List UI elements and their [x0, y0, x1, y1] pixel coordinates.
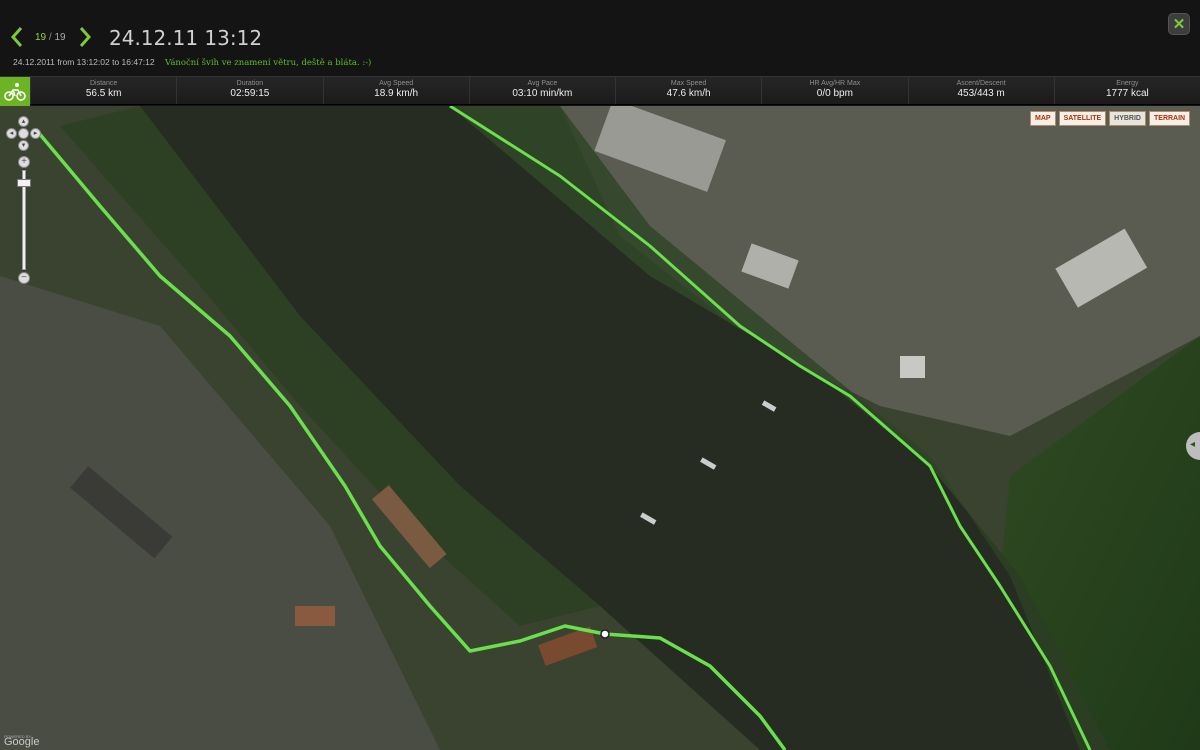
stat-label: Distance [90, 80, 118, 87]
stats-bar: Distance 56.5 km Duration 02:59:15 Avg Spe… [0, 76, 1200, 106]
cycling-icon [0, 77, 30, 106]
zoom-control[interactable]: + − [17, 156, 31, 284]
stat-max-speed: Max Speed 47.6 km/h [615, 77, 761, 104]
zoom-out-button[interactable]: − [18, 272, 30, 284]
pan-down-button[interactable]: ▾ [18, 140, 29, 151]
pan-up-button[interactable]: ▴ [18, 116, 29, 127]
stat-value: 18.9 km/h [374, 88, 419, 99]
close-icon: ✕ [1172, 15, 1186, 33]
stat-label: Avg Pace [527, 80, 558, 87]
header: 19 / 19 24.12.11 13:12 24.12.2011 from 1… [0, 0, 1200, 76]
activity-counter: 19 / 19 [35, 32, 66, 43]
stat-label: Avg Speed [379, 80, 414, 87]
stat-label: Duration [236, 80, 264, 87]
date-range: 24.12.2011 from 13:12:02 to 16:47:12 [13, 57, 155, 67]
stat-value: 0/0 bpm [816, 88, 853, 99]
zoom-in-button[interactable]: + [18, 156, 30, 168]
pan-left-button[interactable]: ◂ [6, 128, 17, 139]
map-imagery [0, 106, 1200, 750]
activity-title: 24.12.11 13:12 [109, 26, 263, 50]
satellite-map[interactable]: ▴ ◂ ▸ ▾ + − MAP SATELLITE HYBRID TERRAIN… [0, 106, 1200, 750]
map-type-map-button[interactable]: MAP [1030, 111, 1056, 126]
counter-total: 19 [54, 32, 66, 43]
route-marker[interactable] [600, 629, 610, 639]
zoom-slider-handle[interactable] [17, 179, 31, 188]
stat-value: 453/443 m [957, 88, 1005, 99]
map-type-hybrid-button[interactable]: HYBRID [1109, 111, 1146, 126]
pan-control[interactable]: ▴ ◂ ▸ ▾ [6, 116, 42, 152]
activity-subline: 24.12.2011 from 13:12:02 to 16:47:12 Ván… [13, 57, 371, 68]
previous-activity-button[interactable] [9, 26, 25, 48]
stat-value: 47.6 km/h [666, 88, 711, 99]
stat-value: 03:10 min/km [512, 88, 573, 99]
stat-energy: Energy 1777 kcal [1053, 77, 1200, 104]
stat-avg-speed: Avg Speed 18.9 km/h [322, 77, 469, 104]
stat-value: 1777 kcal [1105, 88, 1149, 99]
counter-current: 19 [35, 32, 47, 43]
stat-avg-pace: Avg Pace 03:10 min/km [468, 77, 615, 104]
map-type-selector: MAP SATELLITE HYBRID TERRAIN [1030, 111, 1191, 126]
next-activity-button[interactable] [77, 26, 93, 48]
close-button[interactable]: ✕ [1168, 13, 1190, 35]
stat-ascent-descent: Ascent/Descent 453/443 m [907, 77, 1054, 104]
pan-right-button[interactable]: ▸ [30, 128, 41, 139]
stat-label: HR Avg/HR Max [809, 80, 861, 87]
stat-label: Max Speed [670, 80, 707, 87]
activity-description: Vánoční švih ve znamení větru, deště a b… [165, 58, 372, 68]
map-type-terrain-button[interactable]: TERRAIN [1149, 111, 1191, 126]
stat-distance: Distance 56.5 km [30, 77, 176, 104]
counter-separator: / [48, 32, 52, 43]
google-logo: POWERED BY Google [4, 734, 39, 748]
chevron-left-icon: ◂ [1190, 439, 1196, 450]
google-logo-text: Google [4, 736, 40, 748]
chevron-right-icon [79, 27, 92, 47]
stat-value: 56.5 km [85, 88, 122, 99]
map-type-satellite-button[interactable]: SATELLITE [1058, 111, 1107, 126]
pan-center-button[interactable] [18, 128, 29, 139]
stat-duration: Duration 02:59:15 [176, 77, 322, 104]
chevron-left-icon [10, 27, 23, 47]
stat-heart-rate: HR Avg/HR Max 0/0 bpm [761, 77, 907, 104]
stat-label: Energy [1116, 80, 1139, 87]
stat-value: 02:59:15 [230, 88, 270, 99]
stat-label: Ascent/Descent [956, 80, 1006, 87]
